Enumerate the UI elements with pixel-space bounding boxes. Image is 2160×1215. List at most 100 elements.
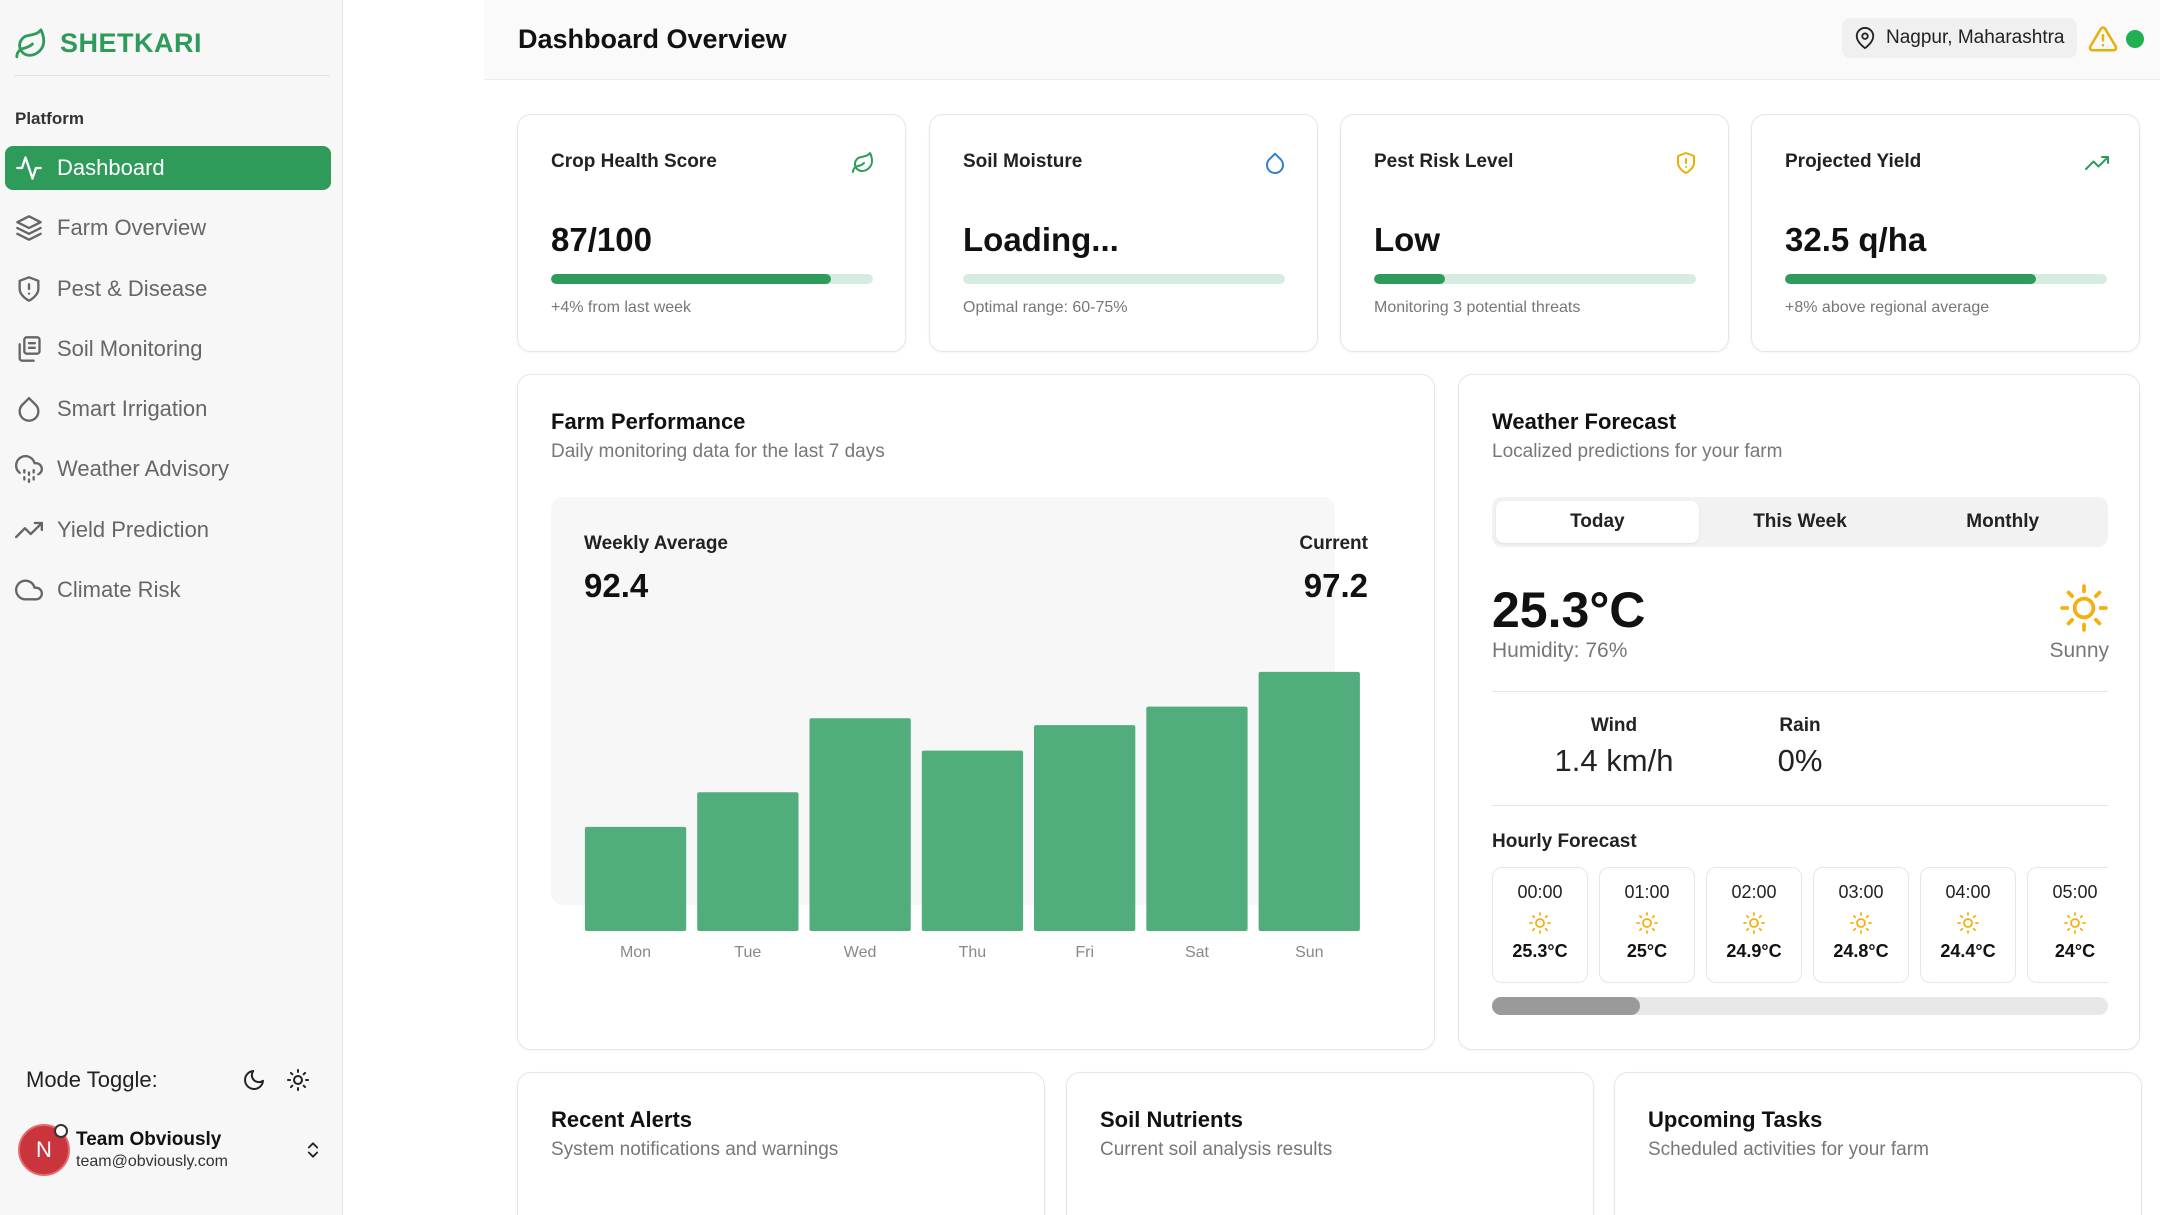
sidebar-item-farm-overview[interactable]: Farm Overview — [5, 206, 331, 250]
chevrons-up-down-icon[interactable] — [298, 1135, 328, 1165]
cloud-rain-icon — [15, 455, 43, 484]
sidebar-item-yield-prediction[interactable]: Yield Prediction — [5, 508, 331, 552]
sidebar-item-label: Soil Monitoring — [57, 335, 203, 361]
mode-toggle-label: Mode Toggle: — [26, 1067, 158, 1092]
stat-title: Pest Risk Level — [1374, 151, 1514, 172]
tab-this-week[interactable]: This Week — [1699, 501, 1902, 543]
stat-note: Monitoring 3 potential threats — [1374, 299, 1581, 316]
current-temperature: 25.3°C — [1492, 582, 1646, 638]
current-label: Current — [1299, 533, 1368, 554]
x-tick-label: Thu — [959, 944, 987, 961]
recent-alerts-card: Recent Alerts System notifications and w… — [517, 1072, 1045, 1215]
stat-value: 32.5 q/ha — [1785, 221, 1927, 258]
hour-time: 01:00 — [1624, 882, 1670, 902]
map-pin-icon — [1855, 27, 1875, 49]
avatar: N — [18, 1124, 70, 1176]
sidebar: SHETKARI Platform Dashboard Farm Overvie… — [0, 0, 343, 1215]
sun-icon — [1957, 912, 1979, 934]
connection-status-dot — [2126, 30, 2144, 48]
progress-bar — [963, 274, 1285, 284]
layers-icon — [16, 215, 42, 242]
tab-today[interactable]: Today — [1496, 501, 1699, 543]
hour-temp: 25.3°C — [1512, 941, 1568, 961]
x-tick-label: Wed — [844, 944, 877, 961]
moon-icon[interactable] — [236, 1062, 272, 1098]
sidebar-item-pest-disease[interactable]: Pest & Disease — [5, 267, 331, 311]
sidebar-item-dashboard[interactable]: Dashboard — [5, 146, 331, 190]
sidebar-item-weather-advisory[interactable]: Weather Advisory — [5, 447, 331, 491]
stat-value: 87/100 — [551, 221, 652, 258]
sidebar-nav: Dashboard Farm Overview Pest & Disease S… — [5, 146, 331, 628]
progress-bar — [1374, 274, 1696, 284]
progress-fill — [1374, 274, 1445, 284]
weekly-average-label: Weekly Average — [584, 533, 728, 554]
hour-card: 01:00 25°C — [1599, 867, 1695, 983]
location-badge[interactable]: Nagpur, Maharashtra — [1842, 18, 2077, 58]
stat-note: +4% from last week — [551, 299, 692, 316]
shield-icon — [18, 275, 40, 302]
sidebar-item-smart-irrigation[interactable]: Smart Irrigation — [5, 387, 331, 431]
droplet-icon — [18, 397, 40, 423]
x-tick-label: Tue — [734, 944, 761, 961]
hourly-forecast-row[interactable]: 00:00 25.3°C 01:00 25°C 02:00 24.9°C 03:… — [1492, 867, 2108, 985]
wind-label: Wind — [1590, 715, 1638, 736]
hour-time: 03:00 — [1838, 882, 1884, 902]
divider — [1492, 805, 2108, 806]
brand[interactable]: SHETKARI — [14, 22, 330, 76]
current-value: 97.2 — [1303, 567, 1368, 604]
card-subtitle: Current soil analysis results — [1100, 1139, 1333, 1160]
weekly-average-value: 92.4 — [584, 567, 649, 604]
sidebar-item-label: Smart Irrigation — [57, 396, 208, 422]
progress-fill — [551, 274, 832, 284]
stat-title: Projected Yield — [1785, 151, 1922, 172]
cloud-icon — [15, 579, 43, 601]
alert-triangle-icon[interactable] — [2088, 24, 2118, 54]
card-title: Weather Forecast — [1492, 409, 1677, 434]
avatar-status-dot — [54, 1124, 68, 1138]
x-tick-label: Sun — [1295, 944, 1323, 961]
sidebar-item-label: Farm Overview — [57, 215, 207, 241]
hour-card: 03:00 24.8°C — [1813, 867, 1909, 983]
sun-icon — [1850, 912, 1872, 934]
sidebar-item-climate-risk[interactable]: Climate Risk — [5, 568, 331, 612]
sidebar-item-label: Yield Prediction — [57, 516, 210, 542]
forecast-tabs: Today This Week Monthly — [1492, 497, 2108, 547]
x-tick-label: Sat — [1185, 944, 1210, 961]
hour-time: 05:00 — [2052, 882, 2098, 902]
stat-title: Crop Health Score — [551, 151, 717, 172]
brand-name: SHETKARI — [60, 28, 203, 58]
sun-icon — [1636, 912, 1658, 934]
mode-toggle: Mode Toggle: — [26, 1060, 316, 1100]
divider — [1492, 691, 2108, 692]
x-tick-label: Mon — [620, 944, 651, 961]
sun-icon — [2060, 584, 2108, 632]
progress-bar — [551, 274, 873, 284]
sun-icon — [2064, 912, 2086, 934]
section-label: Platform — [15, 109, 84, 128]
hourly-scrollbar[interactable] — [1492, 997, 2108, 1015]
stat-note: +8% above regional average — [1785, 299, 1990, 316]
weather-forecast-card: Weather Forecast Localized predictions f… — [1458, 374, 2140, 1050]
farm-performance-card: Farm Performance Daily monitoring data f… — [517, 374, 1435, 1050]
stat-card-soil-moisture: Soil Moisture Loading... Optimal range: … — [929, 114, 1318, 352]
wind-value: 1.4 km/h — [1554, 743, 1674, 778]
hour-card: 02:00 24.9°C — [1706, 867, 1802, 983]
tab-monthly[interactable]: Monthly — [1901, 501, 2104, 543]
progress-fill — [1785, 274, 2037, 284]
card-subtitle: Localized predictions for your farm — [1492, 441, 1783, 462]
user-email: team@obviously.com — [76, 1153, 228, 1170]
hour-card: 00:00 25.3°C — [1492, 867, 1588, 983]
hour-time: 02:00 — [1731, 882, 1777, 902]
sidebar-item-label: Pest & Disease — [57, 275, 208, 301]
hour-time: 04:00 — [1945, 882, 1991, 902]
sidebar-item-soil-monitoring[interactable]: Soil Monitoring — [5, 327, 331, 371]
user-menu[interactable]: N Team Obviously team@obviously.com — [18, 1120, 328, 1180]
leaf-icon — [15, 27, 46, 58]
humidity: Humidity: 76% — [1492, 639, 1628, 662]
card-title: Soil Nutrients — [1100, 1107, 1244, 1132]
stat-note: Optimal range: 60-75% — [963, 299, 1128, 316]
card-subtitle: Scheduled activities for your farm — [1648, 1139, 1929, 1160]
sun-icon[interactable] — [280, 1062, 316, 1098]
scrollbar-thumb[interactable] — [1492, 997, 1640, 1015]
x-tick-label: Fri — [1075, 944, 1094, 961]
